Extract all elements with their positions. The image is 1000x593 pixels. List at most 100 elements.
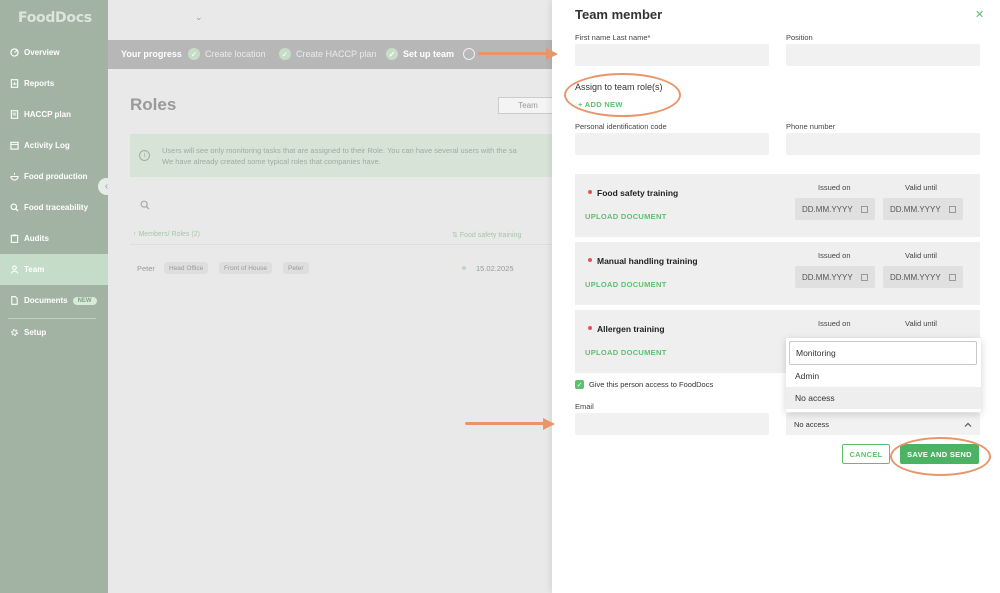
upload-document-button[interactable]: UPLOAD DOCUMENT bbox=[585, 212, 667, 221]
drawer-title: Team member bbox=[575, 7, 663, 22]
dropdown-option-no-access[interactable]: No access bbox=[786, 387, 981, 409]
sidebar-item-overview[interactable]: Overview bbox=[0, 37, 108, 68]
sidebar-item-label: Audits bbox=[24, 234, 49, 243]
progress-label: Your progress bbox=[121, 49, 182, 59]
cancel-button[interactable]: CANCEL bbox=[842, 444, 890, 464]
tab-team[interactable]: Team bbox=[498, 97, 558, 114]
overview-icon bbox=[10, 48, 19, 57]
position-field[interactable] bbox=[786, 44, 980, 66]
chevron-up-icon bbox=[964, 420, 972, 429]
sidebar-item-food-traceability[interactable]: Food traceability bbox=[0, 192, 108, 223]
gear-icon bbox=[10, 328, 19, 337]
haccp-icon bbox=[10, 110, 19, 119]
valid-until-label: Valid until bbox=[905, 183, 937, 192]
valid-until-label: Valid until bbox=[905, 319, 937, 328]
date-placeholder: DD.MM.YYYY bbox=[802, 272, 853, 282]
upload-document-button[interactable]: UPLOAD DOCUMENT bbox=[585, 348, 667, 357]
training-name: Food safety training bbox=[597, 188, 679, 198]
search-icon[interactable] bbox=[140, 200, 150, 212]
required-dot bbox=[588, 190, 592, 194]
valid-until-label: Valid until bbox=[905, 251, 937, 260]
email-field[interactable] bbox=[575, 413, 769, 435]
sidebar-item-label: Food traceability bbox=[24, 203, 89, 212]
column-header-members[interactable]: ↑ Members/ Roles (2) bbox=[133, 231, 200, 238]
check-icon: ✓ bbox=[188, 48, 200, 60]
check-icon: ✓ bbox=[279, 48, 291, 60]
sidebar-item-label: Overview bbox=[24, 48, 60, 57]
sidebar-item-label: Food production bbox=[24, 172, 88, 181]
dropdown-option-admin[interactable]: Admin bbox=[786, 365, 981, 387]
training-card-food-safety: Food safety training UPLOAD DOCUMENT Iss… bbox=[575, 174, 980, 237]
step-label: Create location bbox=[205, 49, 266, 59]
progress-step-set-up-team[interactable]: ✓ Set up team bbox=[386, 48, 454, 60]
activity-icon bbox=[10, 141, 19, 150]
access-label: Give this person access to FoodDocs bbox=[589, 380, 714, 389]
sidebar-item-label: Team bbox=[24, 265, 45, 274]
sidebar-item-reports[interactable]: Reports bbox=[0, 68, 108, 99]
valid-until-field[interactable]: DD.MM.YYYY bbox=[883, 198, 963, 220]
column-header-label: Members/ Roles (2) bbox=[138, 231, 200, 238]
position-label: Position bbox=[786, 33, 813, 42]
sidebar-item-documents[interactable]: Documents NEW bbox=[0, 285, 108, 316]
page-title: Roles bbox=[130, 95, 177, 114]
sidebar-item-label: Documents bbox=[24, 296, 68, 305]
progress-step-create-location[interactable]: ✓ Create location bbox=[188, 48, 266, 60]
arrow-head bbox=[546, 47, 558, 60]
access-level-select[interactable]: No access bbox=[786, 413, 980, 435]
app-logo[interactable]: FoodDocs bbox=[18, 10, 92, 26]
calendar-icon bbox=[861, 273, 868, 281]
circle-icon bbox=[463, 48, 475, 60]
column-header-food-safety[interactable]: ⇅ Food safety training bbox=[452, 231, 521, 239]
sort-icon: ⇅ bbox=[452, 232, 460, 239]
arrow-to-name-field bbox=[478, 52, 548, 55]
info-icon: i bbox=[139, 150, 150, 161]
name-field[interactable] bbox=[575, 44, 769, 66]
reports-icon bbox=[10, 79, 19, 88]
sidebar-item-setup[interactable]: Setup bbox=[0, 317, 108, 348]
issued-on-field[interactable]: DD.MM.YYYY bbox=[795, 198, 875, 220]
pid-label: Personal identification code bbox=[575, 122, 667, 131]
access-level-dropdown: Monitoring Admin No access bbox=[786, 338, 981, 412]
highlight-assign-role bbox=[564, 73, 681, 117]
checkbox-checked-icon[interactable]: ✓ bbox=[575, 380, 584, 389]
calendar-icon bbox=[949, 273, 956, 281]
sidebar-item-label: HACCP plan bbox=[24, 110, 71, 119]
upload-document-button[interactable]: UPLOAD DOCUMENT bbox=[585, 280, 667, 289]
close-icon[interactable]: ✕ bbox=[975, 8, 984, 21]
sidebar-item-label: Activity Log bbox=[24, 141, 70, 150]
person-icon bbox=[10, 265, 19, 274]
step-label: Set up team bbox=[403, 49, 455, 59]
valid-until-field[interactable]: DD.MM.YYYY bbox=[883, 266, 963, 288]
required-dot bbox=[588, 258, 592, 262]
chevron-down-icon[interactable]: ⌄ bbox=[195, 12, 203, 23]
sidebar: FoodDocs Overview Reports HACCP plan Act… bbox=[0, 0, 108, 593]
date-placeholder: DD.MM.YYYY bbox=[890, 272, 941, 282]
role-chip: Peter bbox=[283, 262, 309, 274]
member-name[interactable]: Peter bbox=[137, 264, 155, 273]
dropdown-option-monitoring[interactable]: Monitoring bbox=[789, 341, 977, 365]
issued-on-field[interactable]: DD.MM.YYYY bbox=[795, 266, 875, 288]
access-level-value: No access bbox=[794, 419, 830, 429]
highlight-save-button bbox=[890, 437, 991, 476]
sidebar-item-team[interactable]: Team bbox=[0, 254, 108, 285]
access-checkbox-row[interactable]: ✓ Give this person access to FoodDocs bbox=[575, 380, 713, 389]
progress-step-create-haccp[interactable]: ✓ Create HACCP plan bbox=[279, 48, 376, 60]
arrow-head bbox=[543, 417, 555, 430]
column-header-label: Food safety training bbox=[459, 232, 522, 239]
documents-icon bbox=[10, 296, 19, 305]
training-name: Allergen training bbox=[597, 324, 665, 334]
date-placeholder: DD.MM.YYYY bbox=[890, 204, 941, 214]
sidebar-item-activity-log[interactable]: Activity Log bbox=[0, 130, 108, 161]
new-badge: NEW bbox=[72, 296, 97, 305]
phone-field[interactable] bbox=[786, 133, 980, 155]
training-name: Manual handling training bbox=[597, 256, 698, 266]
role-chip: Head Office bbox=[164, 262, 209, 274]
pid-field[interactable] bbox=[575, 133, 769, 155]
calendar-icon bbox=[949, 205, 956, 213]
sidebar-item-haccp-plan[interactable]: HACCP plan bbox=[0, 99, 108, 130]
arrow-to-email-field bbox=[465, 422, 545, 425]
food-production-icon bbox=[10, 172, 19, 181]
sidebar-item-food-production[interactable]: Food production bbox=[0, 161, 108, 192]
issued-on-label: Issued on bbox=[818, 251, 851, 260]
sidebar-item-audits[interactable]: Audits bbox=[0, 223, 108, 254]
